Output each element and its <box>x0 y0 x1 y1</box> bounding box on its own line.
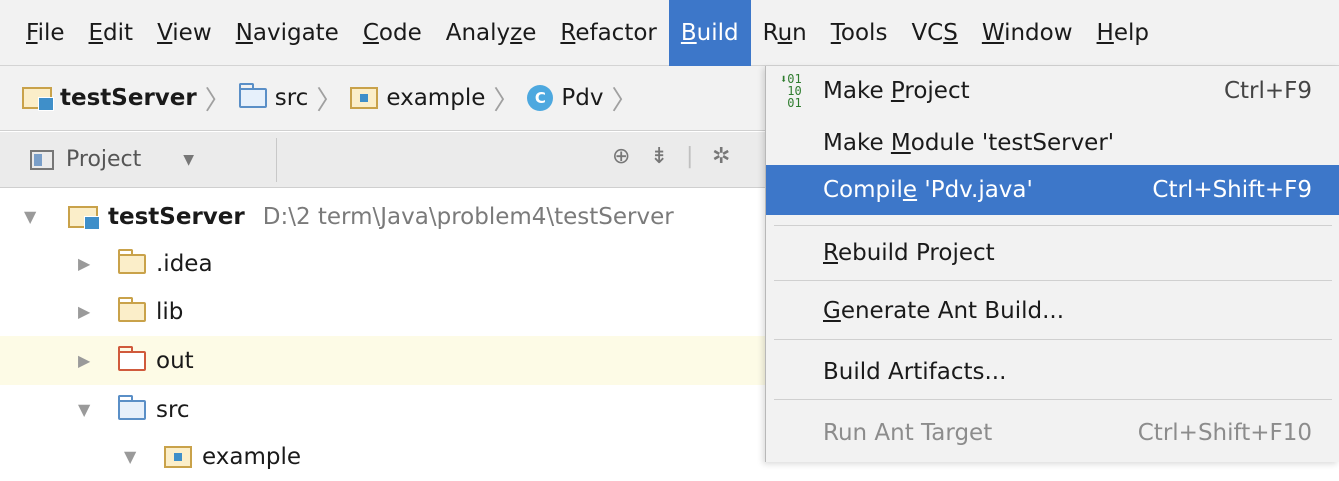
tree-row-out[interactable]: ▶ out <box>0 336 770 385</box>
breadcrumb-src[interactable]: src <box>238 83 308 111</box>
menu-separator <box>774 399 1332 400</box>
project-tree: ▼ testServer D:\2 term\Java\problem4\tes… <box>0 188 770 470</box>
collapse-all-icon[interactable]: ⇟ <box>650 144 668 169</box>
breadcrumb: testServer 〉 src 〉 example 〉 C Pdv 〉 <box>0 66 770 131</box>
breadcrumb-project[interactable]: testServer <box>22 85 197 111</box>
menu-window[interactable]: Window <box>970 0 1085 66</box>
chevron-right-icon: 〉 <box>204 85 231 116</box>
breadcrumb-package[interactable]: example <box>350 85 485 111</box>
source-folder-icon <box>118 394 146 420</box>
menu-tools[interactable]: Tools <box>819 0 900 66</box>
collapse-arrow-icon[interactable]: ▶ <box>78 254 90 273</box>
chevron-right-icon: 〉 <box>611 85 638 116</box>
menu-separator <box>774 339 1332 340</box>
menu-item-build-artifacts[interactable]: Build Artifacts... <box>766 347 1339 397</box>
menu-build[interactable]: Build <box>668 0 751 66</box>
locate-icon[interactable]: ⊕ <box>612 144 630 169</box>
breadcrumb-class[interactable]: C Pdv <box>527 85 603 111</box>
project-toolbar: Project ▼ ⊕ ⇟ | ✲ <box>0 132 770 188</box>
project-panel-icon <box>30 149 54 170</box>
package-icon <box>350 87 379 109</box>
tree-row-src[interactable]: ▼ src <box>0 385 770 434</box>
project-icon <box>22 87 54 111</box>
menu-item-make-project[interactable]: ⬇01 10 01 Make Project Ctrl+F9 <box>766 66 1339 116</box>
menu-run[interactable]: Run <box>751 0 819 66</box>
class-icon: C <box>527 85 554 111</box>
menu-separator <box>774 280 1332 281</box>
menu-analyze[interactable]: Analyze <box>434 0 549 66</box>
menu-refactor[interactable]: Refactor <box>548 0 669 66</box>
expand-arrow-icon[interactable]: ▼ <box>78 400 90 419</box>
divider: | <box>686 144 694 169</box>
project-view-selector[interactable]: Project <box>66 147 141 172</box>
folder-icon <box>118 296 146 322</box>
menu-item-run-ant-target: Run Ant Target Ctrl+Shift+F10 <box>823 420 1312 446</box>
menu-file[interactable]: File <box>14 0 77 66</box>
menu-separator <box>774 225 1332 226</box>
gear-icon[interactable]: ✲ <box>712 144 730 169</box>
menu-vcs[interactable]: VCS <box>899 0 969 66</box>
tree-row-example[interactable]: ▼ example <box>0 432 770 481</box>
collapse-arrow-icon[interactable]: ▶ <box>78 302 90 321</box>
menu-item-compile[interactable]: Compile 'Pdv.java' Ctrl+Shift+F9 <box>766 165 1339 215</box>
project-icon <box>68 205 100 230</box>
menu-code[interactable]: Code <box>351 0 434 66</box>
menu-item-make-module[interactable]: Make Module 'testServer' <box>766 118 1339 168</box>
menu-bar: File Edit View Navigate Code Analyze Ref… <box>0 0 1339 66</box>
chevron-right-icon: 〉 <box>316 85 343 116</box>
build-menu: ⬇01 10 01 Make Project Ctrl+F9 Make Modu… <box>765 66 1339 462</box>
collapse-arrow-icon[interactable]: ▶ <box>78 351 90 370</box>
menu-navigate[interactable]: Navigate <box>224 0 351 66</box>
expand-arrow-icon[interactable]: ▼ <box>124 447 136 466</box>
menu-item-generate-ant-build[interactable]: Generate Ant Build... <box>766 286 1339 336</box>
folder-icon <box>118 248 146 274</box>
tree-row-root[interactable]: ▼ testServer D:\2 term\Java\problem4\tes… <box>0 192 770 241</box>
menu-view[interactable]: View <box>145 0 224 66</box>
package-icon <box>164 445 192 468</box>
chevron-down-icon[interactable]: ▼ <box>183 152 194 168</box>
menu-item-rebuild-project[interactable]: Rebuild Project <box>766 228 1339 278</box>
tree-row-lib[interactable]: ▶ lib <box>0 287 770 336</box>
menu-help[interactable]: Help <box>1085 0 1161 66</box>
expand-arrow-icon[interactable]: ▼ <box>24 207 36 226</box>
divider <box>276 138 277 182</box>
excluded-folder-icon <box>118 345 146 371</box>
tree-row-idea[interactable]: ▶ .idea <box>0 239 770 288</box>
chevron-right-icon: 〉 <box>493 85 520 116</box>
make-project-icon: ⬇01 10 01 <box>780 72 802 110</box>
menu-edit[interactable]: Edit <box>77 0 146 66</box>
folder-icon <box>238 83 267 108</box>
